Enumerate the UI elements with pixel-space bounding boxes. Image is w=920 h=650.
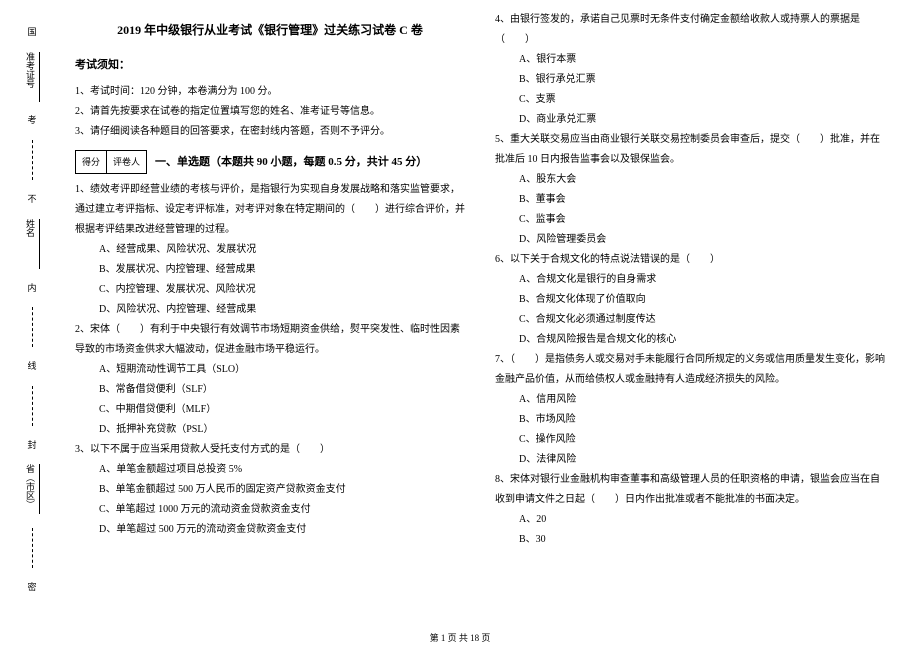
right-column: 4、由银行签发的，承诺自己见票时无条件支付确定金额给收款人或持票人的票据是（ ）… xyxy=(480,10,900,610)
binding-char: 密 xyxy=(26,582,39,593)
q3-option-a: A、单笔金额超过项目总投资 5% xyxy=(75,460,465,480)
notice-header: 考试须知： xyxy=(75,54,465,76)
binding-dash xyxy=(32,528,33,568)
binding-char: 线 xyxy=(26,361,39,372)
binding-dash xyxy=(32,307,33,347)
q4-option-c: C、支票 xyxy=(495,90,885,110)
binding-strip: 国 准考证号 考 不 姓名 内 线 封 省（市区） 密 xyxy=(8,0,56,620)
exam-title: 2019 年中级银行从业考试《银行管理》过关练习试卷 C 卷 xyxy=(75,18,465,42)
q2-option-a: A、短期流动性调节工具（SLO） xyxy=(75,360,465,380)
q7-option-b: B、市场风险 xyxy=(495,410,885,430)
q1-option-d: D、风险状况、内控管理、经营成果 xyxy=(75,300,465,320)
binding-char: 封 xyxy=(26,440,39,451)
q3-option-c: C、单笔超过 1000 万元的流动资金贷款资金支付 xyxy=(75,500,465,520)
q8-option-a: A、20 xyxy=(495,510,885,530)
question-6: 6、以下关于合规文化的特点说法错误的是（ ） xyxy=(495,250,885,270)
notice-item: 1、考试时间：120 分钟，本卷满分为 100 分。 xyxy=(75,82,465,102)
binding-field-exam-id: 准考证号 xyxy=(24,52,40,102)
q1-option-a: A、经营成果、风险状况、发展状况 xyxy=(75,240,465,260)
section-header: 得分 评卷人 一、单选题（本题共 90 小题，每题 0.5 分，共计 45 分） xyxy=(75,150,465,174)
question-2: 2、宋体（ ）有利于中央银行有效调节市场短期资金供给，熨平突发性、临时性因素导致… xyxy=(75,320,465,360)
q6-option-d: D、合规风险报告是合规文化的核心 xyxy=(495,330,885,350)
q4-option-a: A、银行本票 xyxy=(495,50,885,70)
q5-option-a: A、股东大会 xyxy=(495,170,885,190)
binding-field-name: 姓名 xyxy=(24,219,40,269)
question-7: 7、（ ）是指债务人或交易对手未能履行合同所规定的义务或信用质量发生变化，影响金… xyxy=(495,350,885,390)
q2-option-d: D、抵押补充贷款（PSL） xyxy=(75,420,465,440)
question-4: 4、由银行签发的，承诺自己见票时无条件支付确定金额给收款人或持票人的票据是（ ） xyxy=(495,10,885,50)
binding-field-province: 省（市区） xyxy=(24,464,40,514)
q5-option-c: C、监事会 xyxy=(495,210,885,230)
q5-option-d: D、风险管理委员会 xyxy=(495,230,885,250)
q7-option-a: A、信用风险 xyxy=(495,390,885,410)
q2-option-b: B、常备借贷便利（SLF） xyxy=(75,380,465,400)
notice-item: 2、请首先按要求在试卷的指定位置填写您的姓名、准考证号等信息。 xyxy=(75,102,465,122)
q3-option-b: B、单笔金额超过 500 万人民币的固定资产贷款资金支付 xyxy=(75,480,465,500)
q4-option-d: D、商业承兑汇票 xyxy=(495,110,885,130)
q6-option-c: C、合规文化必须通过制度传达 xyxy=(495,310,885,330)
q7-option-c: C、操作风险 xyxy=(495,430,885,450)
q1-option-b: B、发展状况、内控管理、经营成果 xyxy=(75,260,465,280)
section-title: 一、单选题（本题共 90 小题，每题 0.5 分，共计 45 分） xyxy=(155,151,427,173)
q6-option-b: B、合规文化体现了价值取向 xyxy=(495,290,885,310)
binding-char: 内 xyxy=(26,283,39,294)
q4-option-b: B、银行承兑汇票 xyxy=(495,70,885,90)
binding-char: 不 xyxy=(26,194,39,205)
notice-item: 3、请仔细阅读各种题目的回答要求，在密封线内答题，否则不予评分。 xyxy=(75,122,465,142)
q2-option-c: C、中期借贷便利（MLF） xyxy=(75,400,465,420)
binding-char: 国 xyxy=(26,27,39,38)
q7-option-d: D、法律风险 xyxy=(495,450,885,470)
page-content: 2019 年中级银行从业考试《银行管理》过关练习试卷 C 卷 考试须知： 1、考… xyxy=(0,0,920,620)
q8-option-b: B、30 xyxy=(495,530,885,550)
score-box: 得分 评卷人 xyxy=(75,150,147,174)
q6-option-a: A、合规文化是银行的自身需求 xyxy=(495,270,885,290)
question-3: 3、以下不属于应当采用贷款人受托支付方式的是（ ） xyxy=(75,440,465,460)
binding-dash xyxy=(32,140,33,180)
binding-char: 考 xyxy=(26,115,39,126)
q5-option-b: B、董事会 xyxy=(495,190,885,210)
binding-dash xyxy=(32,386,33,426)
q1-option-c: C、内控管理、发展状况、风险状况 xyxy=(75,280,465,300)
score-label: 得分 xyxy=(76,151,107,173)
left-column: 2019 年中级银行从业考试《银行管理》过关练习试卷 C 卷 考试须知： 1、考… xyxy=(60,10,480,610)
page-footer: 第 1 页 共 18 页 xyxy=(0,631,920,644)
marker-label: 评卷人 xyxy=(107,151,146,173)
question-1: 1、绩效考评即经营业绩的考核与评价，是指银行为实现自身发展战略和落实监管要求，通… xyxy=(75,180,465,240)
question-5: 5、重大关联交易应当由商业银行关联交易控制委员会审查后，提交（ ）批准，并在批准… xyxy=(495,130,885,170)
q3-option-d: D、单笔超过 500 万元的流动资金贷款资金支付 xyxy=(75,520,465,540)
question-8: 8、宋体对银行业金融机构审查董事和高级管理人员的任职资格的申请，银监会应当在自收… xyxy=(495,470,885,510)
